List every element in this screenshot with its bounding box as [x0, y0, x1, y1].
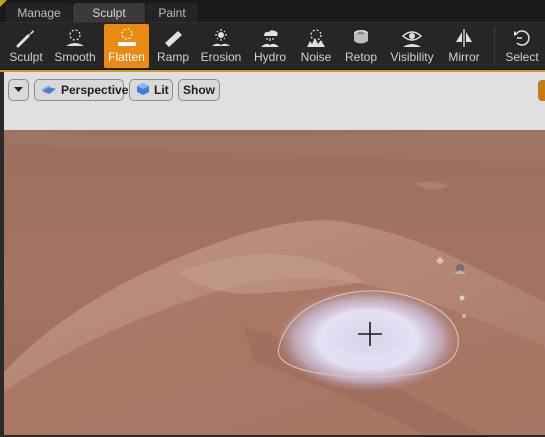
tool-sculpt[interactable]: Sculpt [4, 24, 48, 68]
perspective-label: Perspective [61, 83, 129, 97]
viewport-options-dropdown[interactable] [8, 79, 29, 101]
lit-sphere-icon [136, 82, 150, 99]
tab-paint[interactable]: Paint [146, 3, 198, 22]
mirror-icon [456, 29, 472, 47]
tool-label: Sculpt [9, 50, 43, 64]
tool-ramp[interactable]: Ramp [153, 24, 193, 68]
tool-hydro[interactable]: Hydro [250, 24, 290, 68]
brush-falloff-glow [276, 288, 460, 392]
sculpt-brush-icon [16, 30, 34, 48]
retopologize-icon [354, 30, 368, 44]
lit-button[interactable]: Lit [129, 79, 173, 101]
lit-label: Lit [154, 83, 169, 97]
tab-sculpt[interactable]: Sculpt [73, 3, 145, 22]
tool-label: Noise [300, 50, 332, 64]
viewport-edge-button[interactable] [538, 80, 545, 101]
tool-flatten[interactable]: Flatten [104, 24, 149, 68]
tool-visibility[interactable]: Visibility [387, 24, 437, 68]
tool-label: Erosion [200, 50, 242, 64]
tool-label: Retop [344, 50, 378, 64]
tool-label: Flatten [108, 50, 145, 64]
ramp-icon [165, 31, 182, 47]
tool-label: Smooth [54, 50, 96, 64]
mode-tab-bar: Manage Sculpt Paint [0, 0, 545, 22]
sculpt-toolbar: Sculpt Smooth Flatten Ramp Erosion Hydro… [0, 22, 545, 69]
noise-icon [307, 29, 325, 47]
tool-label: Ramp [156, 50, 189, 64]
level-viewport[interactable] [4, 72, 545, 435]
flatten-icon [117, 28, 136, 46]
tool-label: Visibility [390, 50, 434, 64]
toolbar-separator [494, 27, 495, 65]
perspective-cube-icon [41, 83, 57, 98]
smooth-icon [66, 29, 84, 46]
tab-manage[interactable]: Manage [6, 3, 72, 22]
tool-retop[interactable]: Retop [342, 24, 380, 68]
tool-smooth[interactable]: Smooth [51, 24, 99, 68]
tool-label: Hydro [253, 50, 286, 64]
tool-noise[interactable]: Noise [297, 24, 335, 68]
select-icon [514, 30, 530, 46]
tool-mirror[interactable]: Mirror [444, 24, 484, 68]
tool-label: Mirror [448, 50, 480, 64]
erosion-icon [212, 29, 230, 46]
tool-erosion[interactable]: Erosion [198, 24, 244, 68]
show-button[interactable]: Show [178, 79, 220, 101]
terrain-scene [4, 72, 545, 435]
tool-label: Select [505, 50, 539, 64]
show-label: Show [183, 83, 215, 97]
perspective-button[interactable]: Perspective [34, 79, 128, 101]
visibility-icon [401, 31, 423, 47]
hydro-erosion-icon [261, 30, 279, 47]
tool-select[interactable]: Select [502, 24, 542, 68]
chevron-down-icon [14, 87, 23, 92]
